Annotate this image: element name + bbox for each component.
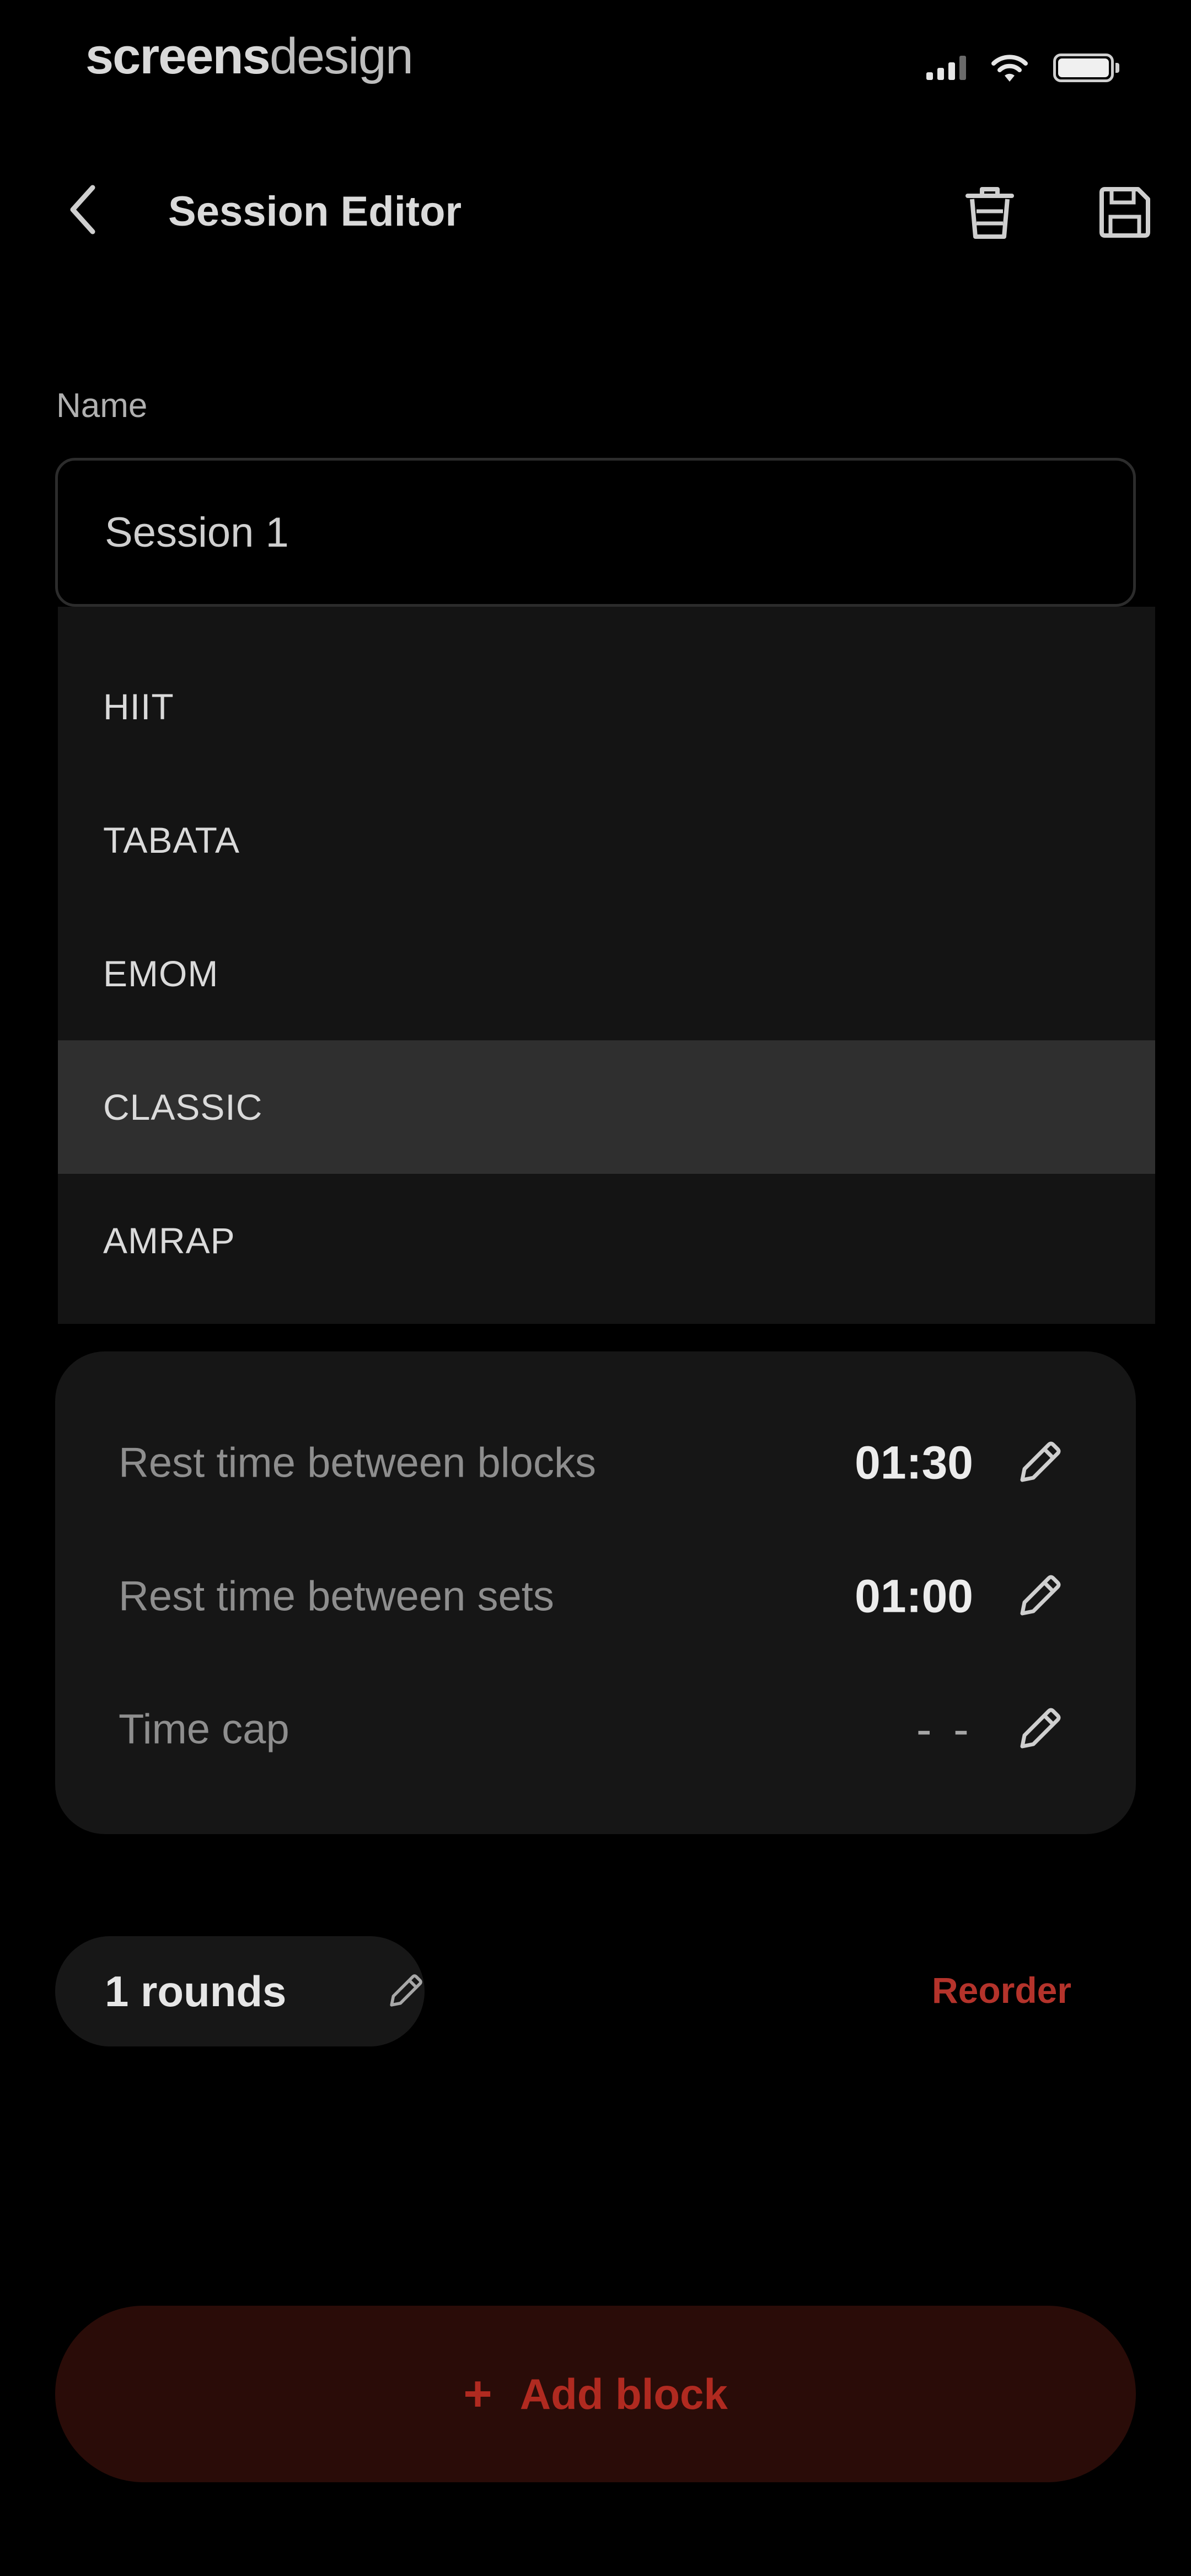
dropdown-option-hiit[interactable]: HIIT: [58, 640, 1155, 773]
add-block-button[interactable]: + Add block: [55, 2306, 1136, 2482]
reorder-button[interactable]: Reorder: [932, 1969, 1071, 2011]
session-name-input[interactable]: [55, 458, 1136, 607]
back-chevron-icon: [70, 185, 95, 234]
setting-value: 01:30: [855, 1436, 973, 1489]
rounds-pill[interactable]: 1 rounds: [55, 1936, 425, 2046]
setting-value: - -: [916, 1703, 973, 1755]
workout-type-dropdown: HIIT TABATA EMOM CLASSIC AMRAP: [58, 607, 1155, 1324]
dropdown-option-tabata[interactable]: TABATA: [58, 773, 1155, 907]
pencil-icon: [1020, 1575, 1061, 1616]
edit-rounds-button[interactable]: [380, 1966, 430, 2016]
carrier-logo-light: design: [269, 28, 414, 84]
wifi-icon: [991, 55, 1028, 82]
back-button[interactable]: [55, 182, 110, 237]
setting-row-rest-blocks: Rest time between blocks 01:30: [55, 1408, 1136, 1518]
timing-settings-card: Rest time between blocks 01:30 Rest time…: [55, 1351, 1136, 1834]
page-title: Session Editor: [168, 188, 462, 235]
battery-icon: [1053, 54, 1119, 82]
save-icon: [1099, 187, 1150, 238]
name-field-label: Name: [56, 387, 148, 425]
edit-rest-sets-button[interactable]: [1009, 1566, 1070, 1627]
carrier-logo-bold: screens: [85, 28, 271, 84]
dropdown-option-amrap[interactable]: AMRAP: [58, 1174, 1155, 1307]
pencil-icon: [1020, 1708, 1061, 1749]
dropdown-option-classic[interactable]: CLASSIC: [58, 1040, 1155, 1174]
setting-value: 01:00: [855, 1570, 973, 1622]
pencil-icon: [390, 1974, 422, 2007]
signal-icon: [926, 56, 966, 80]
add-block-label: Add block: [519, 2369, 728, 2418]
save-session-button[interactable]: [1092, 179, 1158, 245]
pencil-icon: [1020, 1441, 1061, 1482]
delete-session-button[interactable]: [957, 179, 1023, 245]
edit-time-cap-button[interactable]: [1009, 1699, 1070, 1760]
rounds-label: 1 rounds: [105, 1966, 287, 2016]
session-editor-screen: screensdesign Session Editor Name Sessio…: [0, 0, 1191, 2576]
setting-label: Rest time between sets: [119, 1573, 554, 1620]
status-bar: screensdesign: [0, 0, 1191, 116]
dropdown-option-emom[interactable]: EMOM: [58, 907, 1155, 1040]
setting-label: Rest time between blocks: [119, 1439, 596, 1487]
carrier-logo: screensdesign: [85, 28, 414, 85]
status-icons: [926, 49, 1119, 87]
setting-row-time-cap: Time cap - -: [55, 1674, 1136, 1784]
edit-rest-blocks-button[interactable]: [1009, 1433, 1070, 1493]
plus-icon: +: [463, 2366, 492, 2422]
trash-icon: [965, 187, 1014, 239]
setting-row-rest-sets: Rest time between sets 01:00: [55, 1541, 1136, 1652]
setting-label: Time cap: [119, 1706, 289, 1753]
app-header: Session Editor: [0, 160, 1191, 259]
